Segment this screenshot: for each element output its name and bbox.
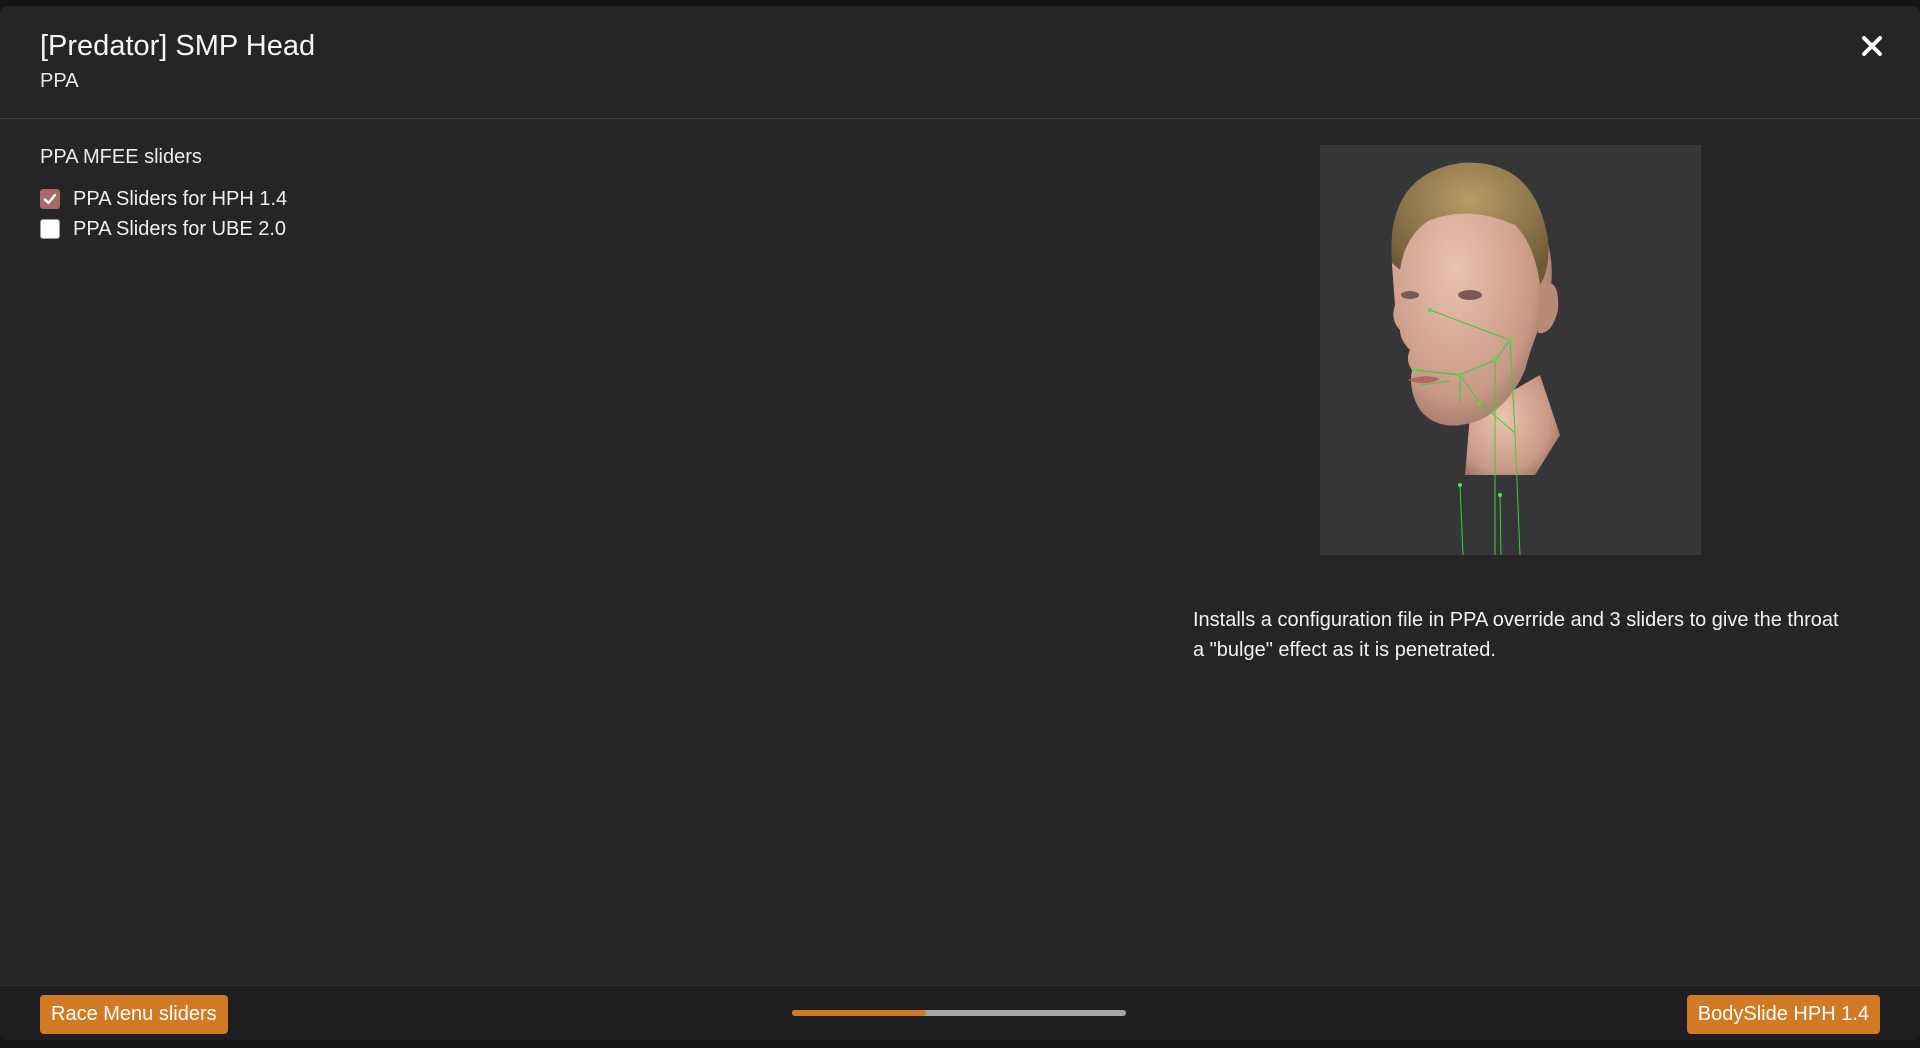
option-checkbox[interactable] — [40, 219, 60, 239]
preview-image — [1320, 145, 1701, 555]
option-group-title: PPA MFEE sliders — [40, 146, 202, 168]
option-label: PPA Sliders for UBE 2.0 — [73, 217, 287, 240]
previous-step-button[interactable]: Race Menu sliders — [40, 995, 228, 1034]
option-checkbox[interactable] — [40, 189, 60, 209]
next-step-button[interactable]: BodySlide HPH 1.4 — [1686, 995, 1880, 1034]
option-ppa-ube[interactable]: PPA Sliders for UBE 2.0 — [40, 216, 286, 242]
close-icon — [1862, 36, 1882, 56]
install-progress-bar — [792, 1010, 1126, 1016]
checkmark-icon — [43, 193, 57, 205]
option-description: Installs a configuration file in PPA ove… — [1193, 609, 1839, 661]
dialog-header: [Predator] SMP Head PPA — [0, 6, 1920, 119]
page-subtitle: PPA — [40, 70, 79, 92]
installer-dialog: [Predator] SMP Head PPA PPA MFEE sliders… — [0, 6, 1920, 1040]
dialog-footer: Race Menu sliders BodySlide HPH 1.4 — [0, 985, 1920, 1040]
close-button[interactable] — [1852, 26, 1892, 66]
dialog-content: PPA MFEE sliders PPA Sliders for HPH 1.4… — [0, 119, 1920, 985]
head-preview-illustration — [1320, 162, 1701, 555]
option-ppa-hph[interactable]: PPA Sliders for HPH 1.4 — [40, 186, 287, 212]
install-progress-fill — [792, 1010, 926, 1016]
option-label: PPA Sliders for HPH 1.4 — [73, 187, 288, 210]
page-title: [Predator] SMP Head — [40, 30, 316, 62]
